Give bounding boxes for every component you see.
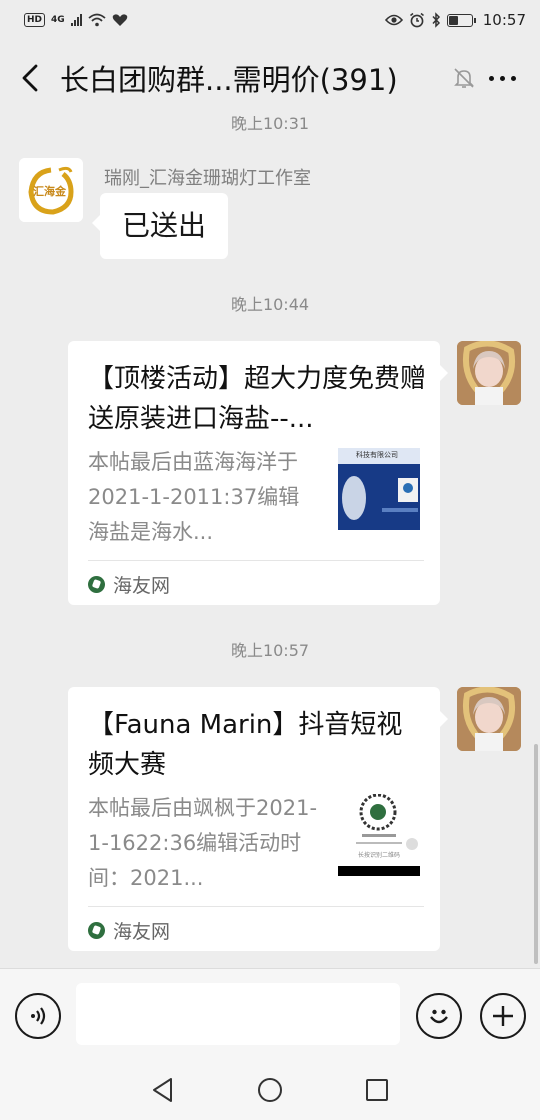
site-logo-icon	[88, 576, 105, 593]
thumb-caption: 科技有限公司	[356, 451, 398, 459]
card-source: 海友网	[88, 917, 170, 944]
mute-bell-icon	[454, 68, 474, 88]
message-bubble[interactable]: 已送出	[91, 193, 229, 259]
card-description: 本帖最后由飒枫于2021-1-1622:36编辑活动时间：2021...	[88, 796, 318, 890]
voice-icon	[31, 1007, 46, 1025]
divider	[88, 560, 424, 561]
nav-back-button[interactable]	[143, 1070, 183, 1110]
thumb-caption: 长按识别二维码	[358, 852, 401, 859]
more-button[interactable]	[489, 63, 516, 93]
card-source-name: 海友网	[113, 921, 171, 943]
card-description: 本帖最后由蓝海海洋于2021-1-2011:37编辑海盐是海水...	[88, 450, 300, 544]
status-time: 10:57	[482, 11, 526, 29]
avatar[interactable]	[457, 687, 521, 751]
timestamp: 晚上10:57	[230, 641, 310, 660]
timestamp: 晚上10:31	[230, 116, 310, 133]
back-button[interactable]	[0, 40, 60, 116]
emoji-button[interactable]	[416, 993, 462, 1039]
alarm-icon	[409, 12, 424, 28]
timestamp: 晚上10:44	[230, 295, 310, 314]
nav-recent-icon	[365, 1079, 388, 1101]
card-title: 【Fauna Marin】抖音短视频大赛	[88, 710, 403, 780]
card-source-name: 海友网	[113, 575, 171, 597]
eye-icon	[384, 14, 403, 26]
signal-icon	[70, 14, 82, 26]
add-button[interactable]	[480, 993, 526, 1039]
nav-recent-button[interactable]	[357, 1070, 397, 1110]
voice-button[interactable]	[15, 993, 61, 1039]
status-bar: HD 4G 10:57	[0, 0, 540, 40]
battery-icon	[446, 13, 476, 27]
bluetooth-icon	[432, 12, 440, 28]
nav-back-icon	[153, 1078, 173, 1102]
emoji-icon	[430, 1009, 448, 1024]
site-logo-icon	[88, 922, 105, 939]
system-nav-bar	[0, 1060, 540, 1120]
nav-home-icon	[257, 1078, 282, 1102]
add-icon	[493, 1006, 513, 1026]
nav-home-button[interactable]	[250, 1070, 290, 1110]
input-bar	[0, 968, 540, 1060]
chat-area[interactable]: 晚上10:31 汇海金 瑞刚_汇海金珊瑚灯工作室 已送出 晚上10:44 【顶楼…	[0, 116, 540, 968]
network-type: 4G	[51, 15, 65, 25]
divider	[88, 906, 424, 907]
card-thumbnail: 科技有限公司	[338, 448, 420, 530]
more-icon	[489, 75, 516, 81]
back-arrow-icon	[22, 64, 38, 92]
message-input[interactable]	[76, 983, 400, 1045]
chat-header: 长白团购群...需明价(391)	[0, 40, 540, 116]
link-card[interactable]: 【顶楼活动】超大力度免费赠送原装进口海盐--... 本帖最后由蓝海海洋于2021…	[68, 341, 448, 605]
avatar[interactable]	[457, 341, 521, 405]
chat-title: 长白团购群...需明价(391)	[60, 63, 398, 97]
heart-icon	[112, 14, 127, 26]
card-title: 【顶楼活动】超大力度免费赠送原装进口海盐--...	[88, 364, 427, 434]
avatar[interactable]: 汇海金	[19, 158, 83, 222]
link-card[interactable]: 【Fauna Marin】抖音短视频大赛 本帖最后由飒枫于2021-1-1622…	[68, 687, 448, 951]
wifi-icon	[88, 13, 106, 27]
scrollbar[interactable]	[534, 744, 538, 964]
sender-name: 瑞刚_汇海金珊瑚灯工作室	[104, 168, 311, 189]
card-source: 海友网	[88, 571, 170, 598]
hd-badge: HD	[24, 13, 46, 27]
avatar-logo-text: 汇海金	[33, 185, 66, 198]
card-thumbnail: 长按识别二维码	[338, 794, 420, 876]
